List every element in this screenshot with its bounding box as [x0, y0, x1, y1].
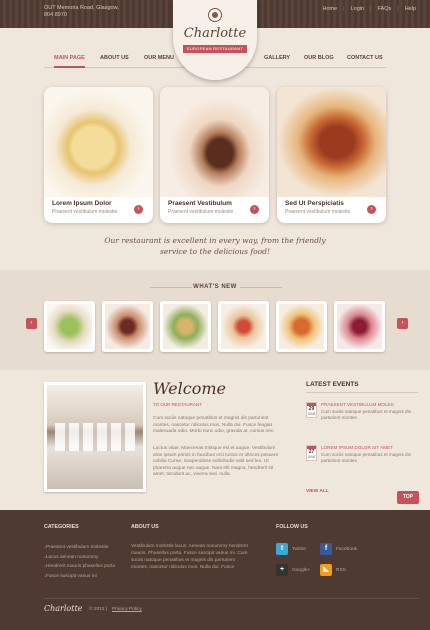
social-link-googleplus[interactable]: + Google+ — [276, 564, 310, 576]
welcome-heading: Welcome — [153, 379, 226, 398]
footer-follow-title: FOLLOW US — [276, 524, 308, 530]
whats-new-title: WHAT'S NEW — [193, 284, 237, 290]
feature-image-cake — [160, 87, 269, 197]
nav-our-blog[interactable]: OUR BLOG — [304, 50, 334, 66]
logo-tagline: EUROPEAN RESTAURANT — [183, 45, 247, 53]
welcome-paragraph: Cum sociis natoque penatibus et magnis d… — [153, 416, 275, 435]
carousel-next-button[interactable]: › — [397, 318, 408, 329]
footer-category-link[interactable]: Lacus aenean nonummy — [44, 553, 115, 563]
social-link-twitter[interactable]: t Twitter — [276, 543, 306, 555]
nav-contact-us[interactable]: CONTACT US — [347, 50, 383, 66]
twitter-icon: t — [276, 543, 288, 555]
feature-card[interactable]: Sed Ut Perspiciatis Praesent vestibulum … — [277, 87, 386, 223]
top-link-faqs[interactable]: FAQs — [377, 6, 391, 12]
feature-card[interactable]: Lorem Ipsum Dolor Praesent vestibulum mo… — [44, 87, 153, 223]
back-to-top-button[interactable]: TOP — [397, 491, 419, 504]
welcome-paragraph: Luctus vitae, Maecenas tristique est et … — [153, 446, 279, 478]
carousel-thumb-pizza[interactable] — [276, 301, 327, 352]
footer-divider — [44, 598, 419, 599]
nav-our-menu[interactable]: OUR MENU — [144, 50, 174, 66]
feature-title: Lorem Ipsum Dolor — [52, 200, 112, 207]
feature-subtitle: Praesent vestibulum molestie — [52, 209, 118, 215]
feature-subtitle: Praesent vestibulum molestie — [168, 209, 234, 215]
logo-name: Charlotte — [183, 26, 247, 41]
social-label: Facebook — [336, 546, 358, 552]
nav-gallery[interactable]: GALLERY — [264, 50, 290, 66]
event-description: Cum sociis natoque penatibus et magnis d… — [321, 409, 411, 421]
social-label: Google+ — [292, 567, 311, 573]
welcome-subheading: TO OUR RESTAURANT — [153, 402, 202, 407]
events-divider — [306, 392, 418, 393]
privacy-policy-link[interactable]: Privacy Policy — [112, 607, 142, 612]
top-links: Home | Login | FAQs | Help — [322, 6, 416, 12]
copyright-text: © 2012 | — [89, 607, 108, 612]
site-logo[interactable]: Charlotte EUROPEAN RESTAURANT — [173, 0, 257, 80]
restaurant-photo — [44, 382, 146, 492]
address-text: OUT Memoria Road, Glasgow, — [44, 5, 119, 11]
nav-main-page[interactable]: MAIN PAGE — [54, 50, 85, 68]
event-month: JUNE — [307, 412, 316, 416]
googleplus-icon: + — [276, 564, 288, 576]
carousel-thumb-vegetables[interactable] — [160, 301, 211, 352]
link-separator: | — [397, 6, 399, 12]
feature-subtitle: Praesent vestibulum molestie — [285, 209, 351, 215]
feature-card[interactable]: Praesent Vestibulum Praesent vestibulum … — [160, 87, 269, 223]
carousel-thumb-tomato[interactable] — [218, 301, 269, 352]
contact-info: OUT Memoria Road, Glasgow, 804 8970 — [44, 5, 119, 19]
top-link-login[interactable]: Login — [351, 6, 364, 12]
footer-about-title: ABOUT US — [131, 524, 159, 530]
event-title-link[interactable]: LOREM IPSUM DOLOR SIT AMET — [321, 445, 393, 450]
social-link-rss[interactable]: ◣ RSS — [320, 564, 346, 576]
footer-categories-list: Praesent vestibulum molestie Lacus aenea… — [44, 543, 115, 581]
nav-about-us[interactable]: ABOUT US — [100, 50, 129, 66]
event-title-link[interactable]: PRAESENT VESTIBULUM MOLES — [321, 402, 394, 407]
carousel-prev-button[interactable]: ‹ — [26, 318, 37, 329]
footer-category-link[interactable]: Hendrerit mauris phasellus porta — [44, 562, 115, 572]
events-title: LATEST EVENTS — [306, 381, 359, 388]
footer-categories-title: CATEGORIES — [44, 524, 79, 530]
carousel-thumb-cupcake[interactable] — [102, 301, 153, 352]
footer-category-link[interactable]: Praesent vestibulum molestie — [44, 543, 115, 553]
phone-text: 804 8970 — [44, 12, 67, 18]
arrow-right-icon[interactable]: › — [134, 205, 143, 214]
arrow-right-icon[interactable]: › — [367, 205, 376, 214]
slogan-quote: Our restaurant is excellent in every way… — [104, 236, 326, 256]
arrow-right-icon[interactable]: › — [250, 205, 259, 214]
link-separator: | — [343, 6, 345, 12]
feature-title: Praesent Vestibulum — [168, 200, 232, 207]
top-link-home[interactable]: Home — [322, 6, 337, 12]
social-label: Twitter — [292, 546, 307, 552]
link-separator: | — [370, 6, 372, 12]
feature-image-chicken — [277, 87, 386, 197]
top-link-help[interactable]: Help — [405, 6, 416, 12]
feature-image-pasta — [44, 87, 153, 197]
event-date-badge: 29 JUNE — [306, 402, 317, 418]
social-link-facebook[interactable]: f Facebook — [320, 543, 357, 555]
carousel-thumb-berry-cake[interactable] — [334, 301, 385, 352]
carousel-thumb-salad[interactable] — [44, 301, 95, 352]
social-label: RSS — [336, 567, 346, 573]
logo-emblem-icon — [208, 8, 222, 22]
footer-about-text: Vestibulum molestie lacus. Aenean nonumm… — [131, 544, 248, 570]
rss-icon: ◣ — [320, 564, 332, 576]
footer-category-link[interactable]: Fusce suscipit varius mi — [44, 572, 115, 582]
event-date-badge: 27 JUNE — [306, 445, 317, 461]
view-all-link[interactable]: VIEW ALL — [306, 489, 329, 494]
facebook-icon: f — [320, 543, 332, 555]
event-description: Cum sociis natoque penatibus et magnis d… — [321, 452, 411, 464]
feature-title: Sed Ut Perspiciatis — [285, 200, 344, 207]
event-month: JUNE — [307, 455, 316, 459]
footer-logo[interactable]: Charlotte — [44, 604, 82, 613]
